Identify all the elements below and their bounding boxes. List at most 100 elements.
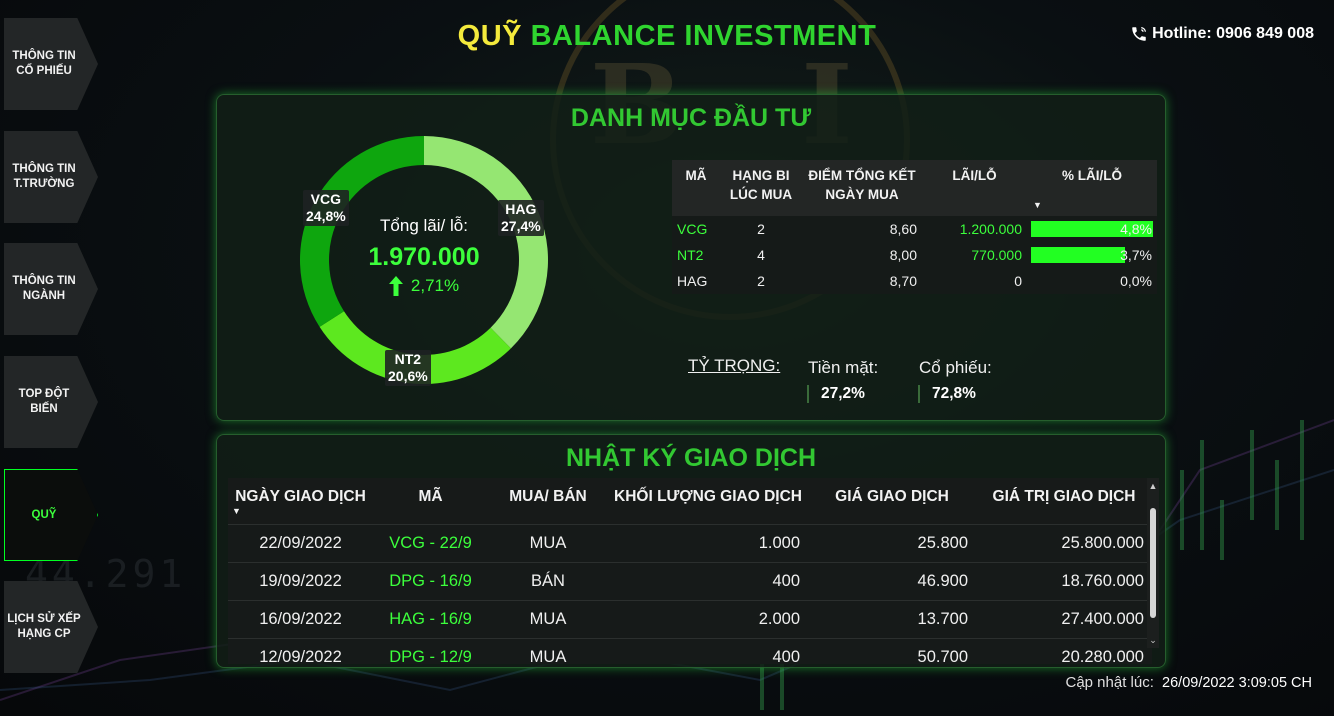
- row-pl: 770.000: [971, 247, 1022, 263]
- scrollbar-thumb[interactable]: [1150, 508, 1156, 618]
- col-side[interactable]: MUA/ BÁN: [488, 478, 608, 524]
- row-volume: 400: [608, 637, 808, 664]
- col-value[interactable]: GIÁ TRỊ GIAO DỊCH: [976, 478, 1152, 524]
- scroll-down-icon[interactable]: ⌄: [1147, 634, 1159, 646]
- journal-table-container[interactable]: NGÀY GIAO DỊCH ▼ MÃ MUA/ BÁN KHỐI LƯỢNG …: [228, 478, 1152, 664]
- cash-label: Tiền mặt:: [808, 358, 879, 377]
- sidebar-item-label: NGÀNH: [22, 290, 66, 302]
- table-row[interactable]: VCG 2 8,60 1.200.000 4,8%: [672, 216, 1157, 242]
- page-title-part2: BALANCE INVESTMENT: [530, 20, 877, 52]
- sidebar-item-label: CỔ PHIẾU: [16, 65, 72, 77]
- total-pl-pct-row: 2,71%: [344, 276, 504, 296]
- col-date-label: NGÀY GIAO DỊCH: [235, 488, 366, 505]
- sidebar-item-label: THÔNG TIN: [12, 275, 76, 287]
- sort-desc-icon: ▼: [232, 506, 241, 516]
- table-row[interactable]: 12/09/2022 DPG - 12/9 MUA 400 50.700 20.…: [228, 637, 1152, 664]
- row-volume: 400: [608, 561, 808, 600]
- journal-header-row: NGÀY GIAO DỊCH ▼ MÃ MUA/ BÁN KHỐI LƯỢNG …: [228, 478, 1152, 524]
- table-row[interactable]: HAG 2 8,70 0 0,0%: [672, 268, 1157, 294]
- holdings-header-row: MÃ HẠNG BI LÚC MUA ĐIỂM TỔNG KẾT NGÀY MU…: [672, 160, 1157, 216]
- total-pl-value: 1.970.000: [368, 243, 480, 271]
- total-pl-pct: 2,71%: [410, 276, 460, 295]
- row-price: 46.900: [808, 561, 976, 600]
- row-price: 50.700: [808, 637, 976, 664]
- row-pl-pct: 0,0%: [1027, 268, 1157, 294]
- journal-table: NGÀY GIAO DỊCH ▼ MÃ MUA/ BÁN KHỐI LƯỢNG …: [228, 478, 1152, 664]
- pl-pct-text: 3,7%: [1120, 247, 1152, 263]
- scroll-up-icon[interactable]: ▲: [1147, 480, 1159, 492]
- row-code: NT2: [677, 247, 704, 263]
- table-row[interactable]: 22/09/2022 VCG - 22/9 MUA 1.000 25.800 2…: [228, 523, 1152, 562]
- row-value: 27.400.000: [976, 599, 1152, 638]
- row-date: 16/09/2022: [228, 599, 373, 638]
- row-pl-pct: 3,7%: [1027, 242, 1157, 268]
- row-date: 22/09/2022: [228, 523, 373, 562]
- donut-label-vcg: VCG 24,8%: [303, 190, 349, 226]
- sidebar-item-label: T.TRƯỜNG: [13, 178, 75, 190]
- sidebar-item-label: LỊCH SỬ XẾP: [7, 613, 81, 625]
- row-rank: 2: [757, 273, 765, 289]
- row-pl: 0: [1014, 273, 1022, 289]
- hotline: Hotline: 0906 849 008: [1130, 25, 1314, 43]
- sidebar-item-label: HẠNG CP: [17, 628, 71, 640]
- col-pl-pct[interactable]: % LÃI/LỖ ▼: [1027, 160, 1157, 216]
- row-value: 18.760.000: [976, 561, 1152, 600]
- cash-value: 27,2%: [807, 385, 865, 403]
- donut-label-hag: HAG 27,4%: [498, 200, 544, 236]
- col-pl-pct-label: % LÃI/LỖ: [1062, 168, 1122, 183]
- journal-scrollbar[interactable]: ▲ ⌄: [1147, 478, 1159, 648]
- row-rank: 2: [757, 221, 765, 237]
- row-score: 8,60: [889, 221, 917, 237]
- row-score: 8,70: [889, 273, 917, 289]
- table-row[interactable]: 19/09/2022 DPG - 16/9 BÁN 400 46.900 18.…: [228, 561, 1152, 600]
- sidebar-item-fund[interactable]: QUỸ: [4, 469, 98, 561]
- row-price: 25.800: [808, 523, 976, 562]
- row-rank: 4: [757, 247, 765, 263]
- pl-pct-bar: [1031, 247, 1126, 263]
- pl-pct-text: 0,0%: [1120, 273, 1152, 289]
- col-code[interactable]: MÃ: [373, 478, 488, 524]
- row-score: 8,00: [889, 247, 917, 263]
- row-code: DPG - 12/9: [373, 637, 488, 664]
- row-date: 19/09/2022: [228, 561, 373, 600]
- row-value: 25.800.000: [976, 523, 1152, 562]
- donut-label-nt2: NT2 20,6%: [385, 350, 431, 386]
- pl-pct-text: 4,8%: [1120, 221, 1152, 237]
- sidebar-item-label: QUỸ: [31, 508, 57, 521]
- table-row[interactable]: NT2 4 8,00 770.000 3,7%: [672, 242, 1157, 268]
- row-code: HAG: [677, 273, 708, 289]
- stock-label: Cổ phiếu:: [919, 358, 992, 377]
- row-date: 12/09/2022: [228, 637, 373, 664]
- last-updated: Cập nhật lúc: 26/09/2022 3:09:05 CH: [1065, 674, 1312, 691]
- hotline-text: Hotline: 0906 849 008: [1152, 25, 1314, 42]
- row-side: BÁN: [488, 561, 608, 600]
- row-side: MUA: [488, 599, 608, 638]
- sidebar-item-sector-info[interactable]: THÔNG TIN NGÀNH: [4, 243, 98, 335]
- sidebar-item-ranking-history[interactable]: LỊCH SỬ XẾP HẠNG CP: [4, 581, 98, 673]
- row-price: 13.700: [808, 599, 976, 638]
- allocation-label: TỶ TRỌNG:: [688, 356, 781, 375]
- col-pl[interactable]: LÃI/LỖ: [922, 160, 1027, 216]
- table-row[interactable]: 16/09/2022 HAG - 16/9 MUA 2.000 13.700 2…: [228, 599, 1152, 638]
- col-rank[interactable]: HẠNG BI LÚC MUA: [720, 160, 802, 216]
- sidebar-item-label: TOP ĐỘT: [18, 388, 70, 400]
- sidebar-item-top-movers[interactable]: TOP ĐỘT BIẾN: [4, 356, 98, 448]
- sidebar-item-market-info[interactable]: THÔNG TIN T.TRƯỜNG: [4, 131, 98, 223]
- row-volume: 1.000: [608, 523, 808, 562]
- col-code[interactable]: MÃ: [672, 160, 720, 216]
- row-code: DPG - 16/9: [373, 561, 488, 600]
- sidebar-item-label: BIẾN: [30, 403, 58, 415]
- total-pl-label: Tổng lãi/ lỗ:: [380, 216, 468, 235]
- phone-icon: [1132, 27, 1147, 41]
- stock-value: 72,8%: [918, 385, 976, 403]
- col-price[interactable]: GIÁ GIAO DỊCH: [808, 478, 976, 524]
- journal-title: NHẬT KÝ GIAO DỊCH: [566, 444, 816, 472]
- col-date[interactable]: NGÀY GIAO DỊCH ▼: [228, 478, 373, 524]
- sidebar-item-label: THÔNG TIN: [12, 163, 76, 175]
- last-updated-label: Cập nhật lúc:: [1065, 674, 1154, 691]
- donut-center: Tổng lãi/ lỗ: 1.970.000 2,71%: [344, 216, 504, 296]
- row-pl: 1.200.000: [959, 221, 1022, 237]
- col-score[interactable]: ĐIỂM TỔNG KẾT NGÀY MUA: [802, 160, 922, 216]
- row-code: VCG: [677, 221, 708, 237]
- col-volume[interactable]: KHỐI LƯỢNG GIAO DỊCH: [608, 478, 808, 524]
